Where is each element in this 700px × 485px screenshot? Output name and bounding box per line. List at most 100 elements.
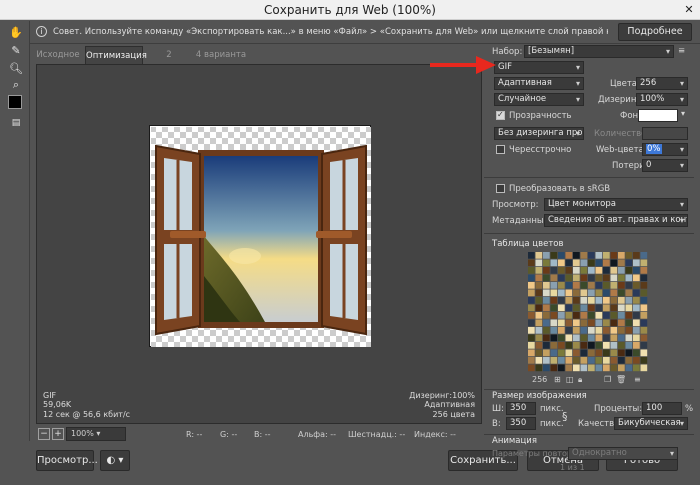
color-swatch	[625, 267, 633, 274]
websnap-value: 0%	[646, 144, 662, 154]
color-swatch	[543, 304, 550, 312]
lossy-input[interactable]: 0	[642, 159, 688, 172]
color-swatch	[640, 342, 648, 349]
color-table-grid[interactable]	[528, 252, 648, 372]
color-swatch	[633, 319, 640, 327]
new-color-icon[interactable]: ❐	[604, 375, 611, 384]
color-swatch	[625, 349, 633, 357]
quality-select[interactable]: Бикубическая	[614, 417, 688, 430]
color-swatch	[640, 319, 648, 327]
animation-title: Анимация	[492, 436, 537, 446]
color-swatch	[588, 334, 595, 342]
web-shift-icon[interactable]: ◫	[566, 375, 574, 384]
color-swatch	[595, 319, 603, 327]
color-swatch	[543, 267, 550, 274]
delete-color-icon[interactable]: 🗑︎	[616, 375, 626, 384]
color-swatch	[528, 289, 535, 297]
matte-color-swatch[interactable]	[638, 109, 678, 122]
browser-select-button[interactable]: ◐ ▾	[100, 450, 130, 471]
color-swatch	[558, 289, 565, 297]
hand-tool-icon[interactable]: ✋	[8, 25, 24, 41]
color-swatch	[603, 312, 610, 319]
transparency-dither-select[interactable]: Без дизеринга прозр...	[494, 127, 584, 140]
matte-dropdown-icon[interactable]: ▾	[681, 109, 685, 118]
tab-4-up[interactable]: 4 варианта	[195, 46, 247, 64]
color-swatch	[543, 357, 550, 364]
color-swatch	[588, 252, 595, 259]
tab-optimized[interactable]: Оптимизация	[85, 46, 147, 64]
color-swatch	[625, 259, 633, 267]
color-swatch	[603, 289, 610, 297]
transparency-checkbox[interactable]	[496, 110, 505, 120]
width-input[interactable]: 350	[506, 402, 536, 415]
format-select[interactable]: GIF	[494, 61, 584, 74]
height-input[interactable]: 350	[506, 417, 536, 430]
eyedropper-tool-icon[interactable]: ⌕	[8, 77, 24, 93]
color-swatch	[640, 312, 648, 319]
color-swatch	[543, 327, 550, 334]
color-swatch	[633, 259, 640, 267]
color-swatch	[618, 282, 625, 289]
close-icon[interactable]: ✕	[678, 0, 700, 20]
panel-menu-icon[interactable]: ≡	[678, 46, 685, 56]
zoom-value: 100%	[71, 429, 94, 438]
color-swatch	[610, 267, 618, 274]
color-swatch	[535, 304, 543, 312]
color-swatch	[610, 297, 618, 304]
convert-srgb-checkbox[interactable]	[496, 184, 505, 193]
slice-select-tool-icon[interactable]: ✎	[8, 43, 24, 59]
color-reduction-select[interactable]: Адаптивная	[494, 77, 584, 90]
preset-select[interactable]: [Безымян]	[524, 45, 674, 58]
optimized-info-right: Дизеринг:100% Адаптивная 256 цвета	[409, 391, 475, 420]
dither-algorithm-select[interactable]: Случайное	[494, 93, 584, 106]
color-swatch	[603, 304, 610, 312]
color-swatch	[595, 349, 603, 357]
dither-input[interactable]: 100%	[636, 93, 688, 106]
color-swatch	[550, 259, 558, 267]
preview-area[interactable]: GIF 59,06K 12 сек @ 56,6 кбит/с Дизеринг…	[36, 64, 482, 424]
color-swatch	[573, 349, 580, 357]
zoom-select[interactable]: 100% ▾	[66, 427, 126, 441]
color-table-title: Таблица цветов	[492, 239, 564, 249]
color-swatch	[618, 304, 625, 312]
preview-label: Просмотр:	[492, 200, 539, 210]
percent-input[interactable]: 100	[642, 402, 682, 415]
color-swatch	[573, 259, 580, 267]
color-swatch	[625, 357, 633, 364]
color-swatch	[565, 342, 573, 349]
websnap-input[interactable]: 0%	[642, 143, 688, 156]
eyedropper-color-swatch[interactable]	[8, 95, 22, 109]
color-swatch	[558, 304, 565, 312]
lock-color-icon[interactable]: 🔒︎	[578, 375, 582, 385]
preview-profile-select[interactable]: Цвет монитора	[544, 198, 688, 211]
metadata-label: Метаданные:	[492, 216, 552, 226]
color-swatch	[595, 259, 603, 267]
color-swatch	[633, 297, 640, 304]
colors-input[interactable]: 256	[636, 77, 688, 90]
color-swatch	[550, 297, 558, 304]
learn-more-button[interactable]: Подробнее	[618, 23, 692, 41]
color-swatch	[573, 364, 580, 372]
zoom-out-button[interactable]: −	[38, 428, 50, 440]
metadata-select[interactable]: Сведения об авт. правах и контакты	[544, 214, 688, 227]
toggle-slices-icon[interactable]: ▤	[8, 115, 24, 131]
colors-readout: 256 цвета	[432, 409, 475, 419]
color-swatch	[610, 349, 618, 357]
tab-original[interactable]: Исходное	[33, 46, 83, 64]
zoom-tool-icon[interactable]: 🔍︎	[8, 61, 24, 77]
color-swatch	[550, 289, 558, 297]
interlaced-checkbox[interactable]	[496, 145, 505, 154]
color-swatch	[528, 304, 535, 312]
color-swatch	[588, 289, 595, 297]
height-label: В:	[492, 419, 501, 429]
zoom-in-button[interactable]: +	[52, 428, 64, 440]
color-swatch	[535, 259, 543, 267]
color-swatch	[535, 274, 543, 282]
tab-2-up[interactable]: 2 варианта	[145, 46, 193, 78]
color-swatch	[543, 274, 550, 282]
color-table-menu-icon[interactable]: ≡	[634, 375, 641, 384]
map-transparent-icon[interactable]: ⊞	[554, 375, 561, 384]
image-canvas[interactable]	[149, 125, 371, 347]
preview-in-browser-button[interactable]: Просмотр...	[36, 450, 98, 471]
color-swatch	[535, 327, 543, 334]
